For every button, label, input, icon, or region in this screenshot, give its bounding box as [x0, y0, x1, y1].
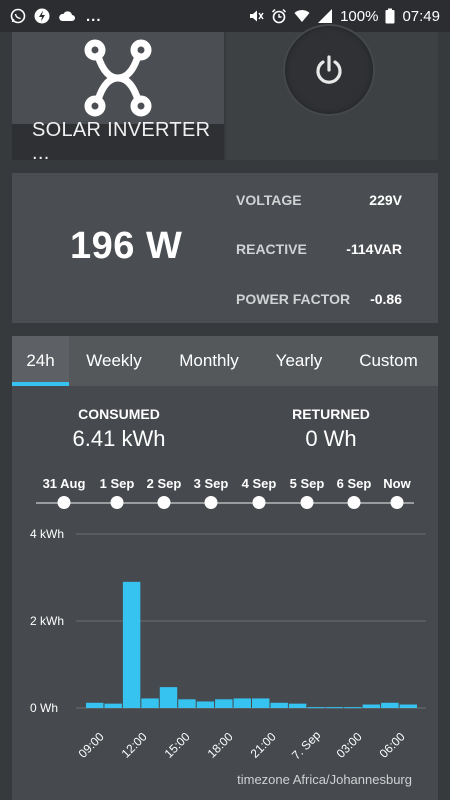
battery-icon: [385, 8, 395, 24]
chart-bar[interactable]: [86, 702, 104, 708]
y-tick-label: 4 kWh: [30, 527, 64, 541]
chart-bar[interactable]: [196, 701, 215, 708]
lightning-icon: [34, 8, 50, 24]
y-tick-label: 2 kWh: [30, 614, 64, 628]
x-tick-label: 03:00: [334, 729, 365, 760]
tab-24h[interactable]: 24h: [12, 336, 69, 386]
chart-bar[interactable]: [104, 703, 122, 708]
alarm-icon: [272, 8, 287, 24]
x-tick-label: 18:00: [205, 729, 236, 760]
tab-yearly[interactable]: Yearly: [259, 336, 339, 386]
chart-bar[interactable]: [122, 581, 141, 708]
tab-monthly[interactable]: Monthly: [159, 336, 259, 386]
battery-level: 100%: [340, 7, 379, 25]
chart-bar[interactable]: [252, 698, 270, 708]
voltage-value: 229V: [369, 192, 402, 208]
chart-bar[interactable]: [141, 698, 159, 708]
chart-bar[interactable]: [344, 707, 362, 709]
reactive-value: -114VAR: [346, 241, 402, 257]
chart-bar[interactable]: [215, 699, 233, 708]
x-tick-label: 06:00: [377, 729, 408, 760]
timezone-label: timezone Africa/Johannesburg: [237, 772, 412, 787]
x-tick-label: 12:00: [119, 729, 150, 760]
current-power: 196 W: [70, 225, 183, 267]
period-tabs: 24h Weekly Monthly Yearly Custom: [12, 336, 438, 386]
x-tick-label: 21:00: [248, 729, 279, 760]
voltage-label: VOLTAGE: [236, 192, 302, 208]
chart-bar[interactable]: [307, 707, 325, 709]
x-tick-label: 15:00: [162, 729, 193, 760]
whatsapp-icon: [10, 8, 26, 24]
chart-bar[interactable]: [325, 707, 344, 709]
status-bar: ... 100% 07:49: [0, 0, 450, 32]
energy-panel: CONSUMED 6.41 kWh RETURNED 0 Wh 31 Aug 1 …: [12, 386, 438, 800]
chart-bar[interactable]: [288, 703, 307, 708]
reactive-label: REACTIVE: [236, 241, 307, 257]
chart-bar[interactable]: [399, 704, 417, 708]
tab-custom[interactable]: Custom: [339, 336, 438, 386]
more-notifications: ...: [86, 7, 102, 25]
y-tick-label: 0 Wh: [30, 701, 58, 715]
chart-bar[interactable]: [362, 704, 381, 708]
power-factor-value: -0.86: [370, 291, 402, 307]
chart-bar[interactable]: [381, 702, 399, 708]
signal-icon: [318, 9, 333, 23]
chart-bar[interactable]: [178, 699, 196, 708]
device-tile[interactable]: SOLAR INVERTER ...: [12, 32, 224, 164]
stats-card: 196 W VOLTAGE 229V REACTIVE -114VAR POWE…: [12, 173, 438, 323]
chart-bar[interactable]: [159, 687, 178, 708]
power-button[interactable]: [285, 26, 373, 114]
clock: 07:49: [402, 7, 440, 25]
power-icon: [316, 55, 342, 84]
wifi-icon: [294, 10, 310, 22]
energy-chart: 0 Wh 2 kWh 4 kWh 09:00 12:00 15:00 18:00 21:00 7…: [30, 527, 426, 763]
x-tick-label: 09:00: [76, 729, 107, 760]
cloud-icon: [59, 11, 75, 21]
chart-bar[interactable]: [233, 698, 251, 708]
x-tick-label: 7. Sep: [289, 728, 324, 763]
tab-weekly[interactable]: Weekly: [69, 336, 159, 386]
power-tile: [226, 26, 438, 160]
network-hub-icon: [84, 39, 152, 117]
power-factor-label: POWER FACTOR: [236, 291, 351, 307]
device-name: SOLAR INVERTER ...: [12, 119, 224, 164]
chart-bar[interactable]: [270, 702, 288, 708]
mute-icon: [250, 10, 264, 22]
